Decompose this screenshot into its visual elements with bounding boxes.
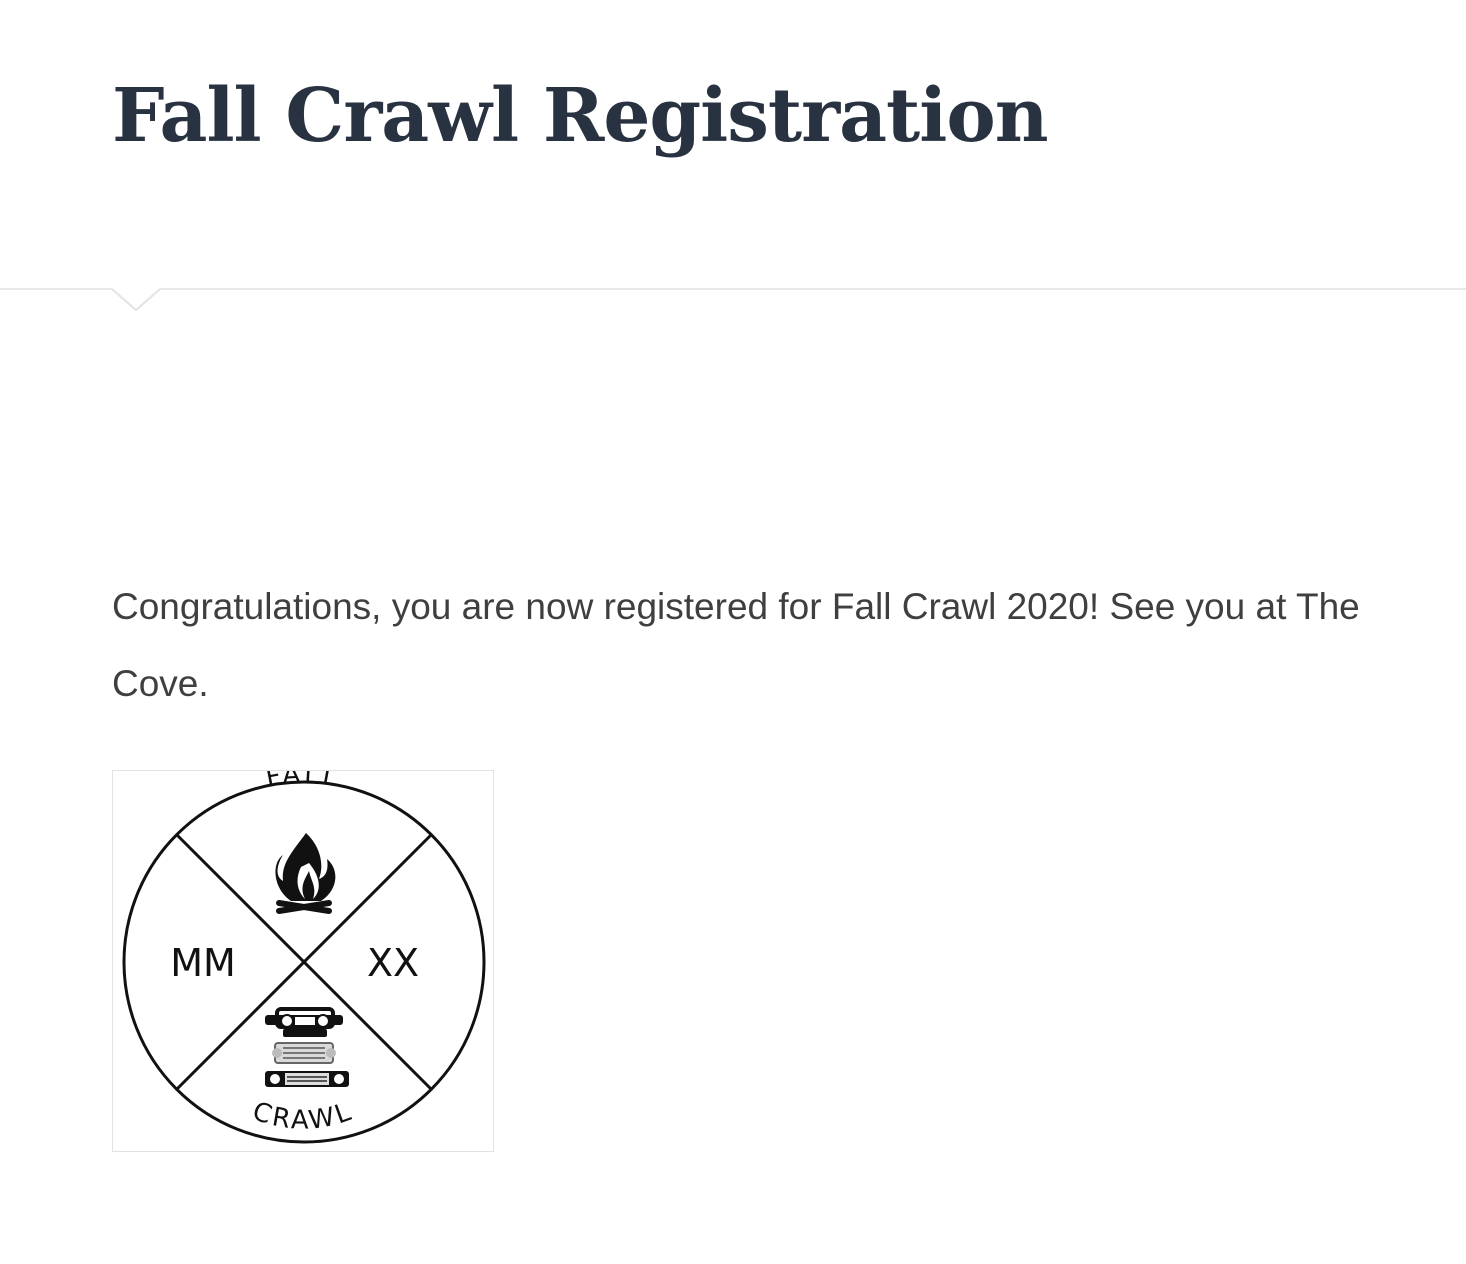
registration-message: Congratulations, you are now registered … <box>112 586 1360 704</box>
page-title: Fall Crawl Registration <box>112 73 1048 159</box>
page-content: Congratulations, you are now registered … <box>112 568 1372 722</box>
header-divider <box>0 288 1466 290</box>
divider-notch <box>112 288 160 312</box>
logo-graphic: FALL CRAWL MM XX <box>122 771 486 1144</box>
fall-crawl-logo: FALL CRAWL MM XX <box>112 770 494 1152</box>
page: Fall Crawl Registration Congratulations,… <box>0 0 1466 1264</box>
logo-left-text: MM <box>170 941 236 985</box>
logo-right-text: XX <box>367 941 419 985</box>
